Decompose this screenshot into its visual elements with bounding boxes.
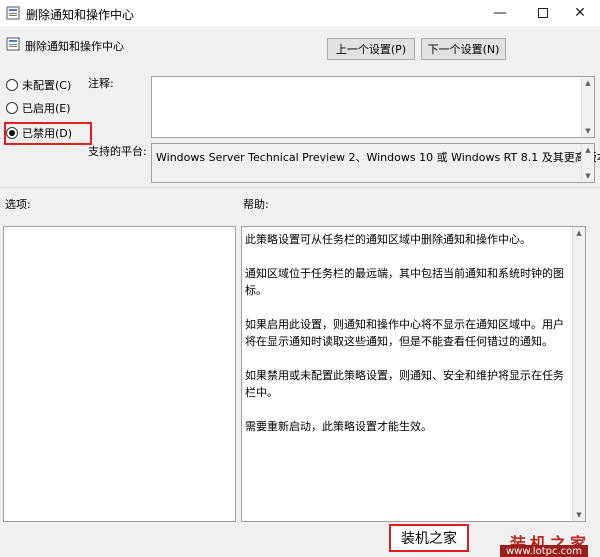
platform-field: Windows Server Technical Preview 2、Windo… bbox=[151, 143, 600, 183]
help-paragraph: 如果启用此设置，则通知和操作中心将不显示在通知区域中。用户将在显示通知时读取这些… bbox=[245, 318, 564, 348]
comment-scrollbar[interactable]: ▲ ▼ bbox=[581, 77, 594, 137]
comment-label: 注释: bbox=[88, 77, 114, 90]
radio-enabled[interactable]: 已启用(E) bbox=[6, 99, 71, 117]
options-pane bbox=[3, 226, 236, 522]
help-paragraph: 此策略设置可从任务栏的通知区域中删除通知和操作中心。 bbox=[245, 233, 531, 246]
radio-circle bbox=[6, 102, 18, 114]
help-scrollbar[interactable]: ▲ ▼ bbox=[572, 227, 585, 521]
policy-title: 删除通知和操作中心 bbox=[25, 40, 124, 53]
next-setting-button[interactable]: 下一个设置(N) bbox=[421, 38, 506, 60]
watermark-url: www.lotpc.com bbox=[500, 545, 588, 557]
options-label: 选项: bbox=[5, 198, 31, 211]
help-paragraph: 需要重新启动，此策略设置才能生效。 bbox=[245, 420, 432, 433]
window-title: 删除通知和操作中心 bbox=[26, 8, 135, 22]
maximize-icon bbox=[538, 8, 548, 18]
scroll-up-icon[interactable]: ▲ bbox=[582, 144, 594, 156]
scroll-down-icon[interactable]: ▼ bbox=[582, 170, 594, 182]
policy-icon bbox=[6, 6, 20, 20]
previous-setting-button[interactable]: 上一个设置(P) bbox=[327, 38, 415, 60]
radio-label: 已启用(E) bbox=[22, 102, 71, 115]
close-button[interactable]: ✕ bbox=[560, 0, 600, 26]
platform-value: Windows Server Technical Preview 2、Windo… bbox=[156, 151, 600, 164]
scroll-down-icon[interactable]: ▼ bbox=[573, 509, 585, 521]
ok-button[interactable]: 装机之家 bbox=[389, 524, 469, 552]
platform-label: 支持的平台: bbox=[88, 145, 147, 158]
minimize-button[interactable]: — bbox=[480, 0, 520, 26]
radio-not-configured[interactable]: 未配置(C) bbox=[6, 76, 71, 94]
scroll-up-icon[interactable]: ▲ bbox=[582, 77, 594, 89]
help-pane: 此策略设置可从任务栏的通知区域中删除通知和操作中心。 通知区域位于任务栏的最远端… bbox=[241, 226, 586, 522]
scroll-down-icon[interactable]: ▼ bbox=[582, 125, 594, 137]
radio-circle bbox=[6, 79, 18, 91]
help-paragraph: 通知区域位于任务栏的最远端，其中包括当前通知和系统时钟的图标。 bbox=[245, 267, 564, 297]
section-divider bbox=[0, 187, 600, 188]
scroll-up-icon[interactable]: ▲ bbox=[573, 227, 585, 239]
radio-label: 未配置(C) bbox=[22, 79, 72, 92]
comment-textarea[interactable]: ▲ ▼ bbox=[151, 76, 595, 138]
platform-scrollbar[interactable]: ▲ ▼ bbox=[581, 144, 594, 182]
maximize-button[interactable] bbox=[523, 0, 563, 26]
title-bar: 删除通知和操作中心 — ✕ bbox=[0, 0, 600, 26]
help-paragraph: 如果禁用或未配置此策略设置，则通知、安全和维护将显示在任务栏中。 bbox=[245, 369, 564, 399]
highlight-annotation bbox=[4, 122, 92, 145]
minimize-icon: — bbox=[493, 5, 507, 21]
close-icon: ✕ bbox=[574, 5, 586, 21]
policy-icon bbox=[6, 37, 20, 51]
help-label: 帮助: bbox=[243, 198, 269, 211]
